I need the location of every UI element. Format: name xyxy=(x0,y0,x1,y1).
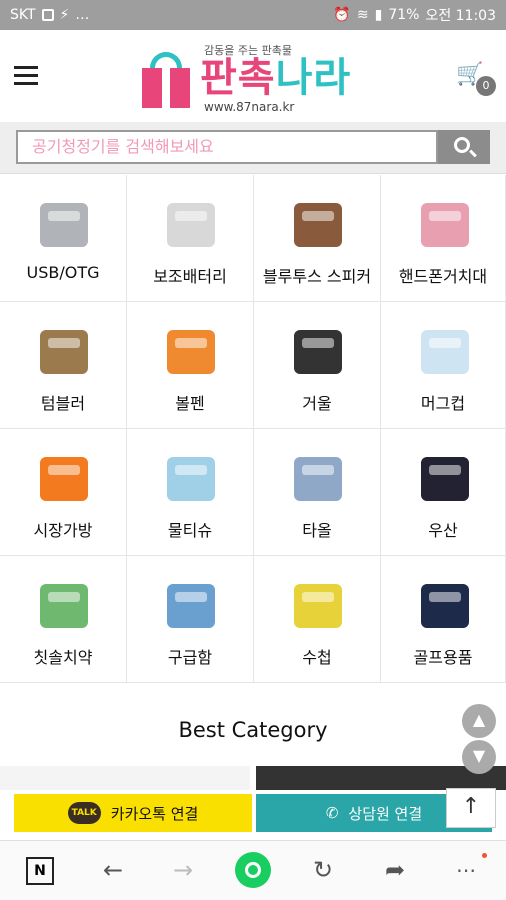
category-item[interactable]: 수첩 xyxy=(254,556,381,683)
category-item[interactable]: 칫솔치약 xyxy=(0,556,127,683)
category-label: 시장가방 xyxy=(33,521,93,540)
tumbler-icon xyxy=(34,320,94,382)
status-bar: SKT ⚡ … ⏰ ≋ ▮ 71% 오전 11:03 xyxy=(0,0,506,30)
category-label: 물티슈 xyxy=(167,521,213,540)
carrier-label: SKT xyxy=(10,7,36,23)
golf-icon xyxy=(415,574,475,636)
refresh-icon[interactable]: ↻ xyxy=(308,855,338,885)
umbrella-icon xyxy=(415,447,475,509)
search-icon xyxy=(454,137,470,153)
category-item[interactable]: 볼펜 xyxy=(127,302,254,429)
category-item[interactable]: USB/OTG xyxy=(0,175,127,302)
category-label: 보조배터리 xyxy=(153,267,227,286)
category-item[interactable]: 머그컵 xyxy=(381,302,506,429)
category-label: 타올 xyxy=(302,521,332,540)
naver-home-icon[interactable]: N xyxy=(26,857,54,885)
best-category-title: Best Category xyxy=(178,718,328,742)
category-item[interactable]: 핸드폰거치대 xyxy=(381,175,506,302)
category-item[interactable]: 텀블러 xyxy=(0,302,127,429)
call-label: 상담원 연결 xyxy=(348,804,423,823)
category-item[interactable]: 물티슈 xyxy=(127,429,254,556)
back-to-top-button[interactable]: ↑ xyxy=(446,788,496,828)
wifi-icon: ≋ xyxy=(356,7,369,23)
notebook-icon xyxy=(288,574,348,636)
category-label: 볼펜 xyxy=(175,394,205,413)
browser-nav-bar: N ← → ↻ ➦ ⋯ xyxy=(0,840,506,900)
search-bar: 공기청정기를 검색해보세요 xyxy=(0,122,506,174)
gallery-icon xyxy=(41,9,54,21)
category-label: 거울 xyxy=(302,394,332,413)
site-header: 감동을 주는 판촉물 판촉나라 www.87nara.kr 🛒 0 xyxy=(0,30,506,122)
category-label: 텀블러 xyxy=(40,394,86,413)
category-item[interactable]: 구급함 xyxy=(127,556,254,683)
notification-dot xyxy=(482,853,487,858)
toothbrush-icon xyxy=(34,574,94,636)
speaker-icon xyxy=(288,193,348,255)
kakao-talk-icon: TALK xyxy=(67,802,101,824)
usb-icon xyxy=(34,193,94,255)
category-label: 구급함 xyxy=(167,648,213,667)
category-label: 머그컵 xyxy=(420,394,466,413)
site-logo[interactable]: 감동을 주는 판촉물 판촉나라 www.87nara.kr xyxy=(140,40,370,114)
phone-icon: ✆ xyxy=(325,804,339,822)
phone-stand-icon xyxy=(415,193,475,255)
category-label: 핸드폰거치대 xyxy=(398,267,488,286)
signal-icon: ▮ xyxy=(374,7,383,23)
cart-button[interactable]: 🛒 0 xyxy=(456,64,496,96)
search-input[interactable]: 공기청정기를 검색해보세요 xyxy=(16,130,438,164)
cart-count-badge: 0 xyxy=(476,76,496,96)
kakao-connect-button[interactable]: TALK 카카오톡 연결 xyxy=(14,794,252,832)
category-item[interactable]: 보조배터리 xyxy=(127,175,254,302)
category-item[interactable]: 블루투스 스피커 xyxy=(254,175,381,302)
logo-brand: 판촉나라 xyxy=(200,55,352,101)
towel-icon xyxy=(288,447,348,509)
battery-percent: 71% xyxy=(388,7,420,23)
clock: 오전 11:03 xyxy=(425,8,496,24)
category-label: 골프용품 xyxy=(413,648,473,667)
green-dot-icon[interactable] xyxy=(235,852,271,888)
category-label: USB/OTG xyxy=(26,263,100,282)
first-aid-icon xyxy=(161,574,221,636)
battery-icon xyxy=(161,193,221,255)
banner-left[interactable] xyxy=(0,766,250,790)
forward-arrow-icon[interactable]: → xyxy=(168,855,198,885)
bag-icon xyxy=(34,447,94,509)
category-item[interactable]: 타올 xyxy=(254,429,381,556)
wet-tissue-icon xyxy=(161,447,221,509)
category-item[interactable]: 시장가방 xyxy=(0,429,127,556)
category-grid: USB/OTG 보조배터리 블루투스 스피커 핸드폰거치대텀블러 볼펜 거울 머그컵시장가방… xyxy=(0,175,506,683)
mirror-icon xyxy=(288,320,348,382)
mug-icon xyxy=(415,320,475,382)
category-label: 수첩 xyxy=(302,648,332,667)
category-item[interactable]: 우산 xyxy=(381,429,506,556)
more-icon: … xyxy=(75,7,90,23)
gift-box-icon xyxy=(140,50,192,108)
category-label: 블루투스 스피커 xyxy=(262,267,372,286)
back-arrow-icon[interactable]: ← xyxy=(98,855,128,885)
pen-icon xyxy=(161,320,221,382)
hamburger-menu-icon[interactable] xyxy=(14,66,38,90)
category-label: 칫솔치약 xyxy=(33,648,93,667)
logo-url: www.87nara.kr xyxy=(204,100,295,114)
category-item[interactable]: 거울 xyxy=(254,302,381,429)
search-button[interactable] xyxy=(438,130,490,164)
alarm-icon: ⏰ xyxy=(333,7,351,23)
v3-icon: ⚡ xyxy=(59,7,70,23)
scroll-down-button[interactable]: ▼ xyxy=(462,740,496,774)
more-menu-icon[interactable]: ⋯ xyxy=(446,855,486,885)
scroll-up-button[interactable]: ▲ xyxy=(462,704,496,738)
category-item[interactable]: 골프용품 xyxy=(381,556,506,683)
share-icon[interactable]: ➦ xyxy=(380,855,410,885)
kakao-label: 카카오톡 연결 xyxy=(110,804,199,823)
category-label: 우산 xyxy=(428,521,458,540)
